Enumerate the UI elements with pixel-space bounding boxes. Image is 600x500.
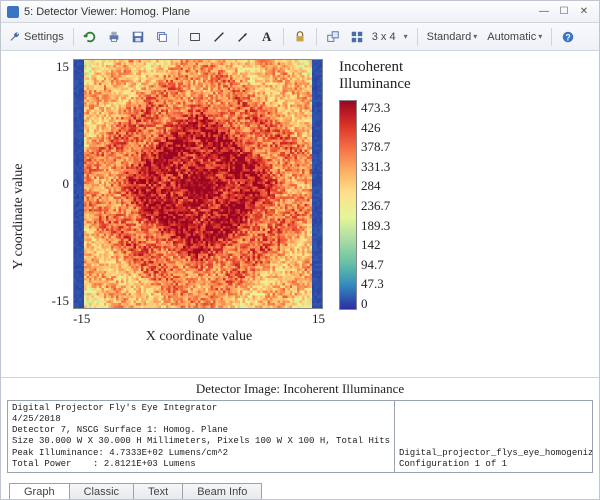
cbtick: 236.7 xyxy=(361,198,390,214)
print-button[interactable] xyxy=(103,26,125,48)
cbtick: 0 xyxy=(361,296,390,312)
copy-button[interactable] xyxy=(151,26,173,48)
cbtick: 47.3 xyxy=(361,276,390,292)
cbtick: 426 xyxy=(361,120,390,136)
cbtick: 473.3 xyxy=(361,100,390,116)
titlebar: 5: Detector Viewer: Homog. Plane — ☐ ✕ xyxy=(1,1,599,23)
undock-button[interactable] xyxy=(322,26,344,48)
grid-icon xyxy=(350,30,364,44)
help-button[interactable]: ? xyxy=(557,26,579,48)
colorbar-title-text: IncoherentIlluminance xyxy=(339,59,411,92)
info-panel: Digital Projector Fly's Eye Integrator 4… xyxy=(7,400,593,474)
line-tool-button[interactable] xyxy=(208,26,230,48)
separator xyxy=(73,28,74,46)
mode2-label: Automatic xyxy=(487,31,536,43)
toolbar: Settings A 3 x 4 ▾ Standard▾ Automatic▾ … xyxy=(1,23,599,51)
cbtick: 284 xyxy=(361,178,390,194)
xtick: 0 xyxy=(198,311,205,327)
window-title: 5: Detector Viewer: Homog. Plane xyxy=(24,6,533,18)
separator xyxy=(178,28,179,46)
cbtick: 331.3 xyxy=(361,159,390,175)
y-axis-ticks: 15 0 -15 xyxy=(29,59,73,309)
line-icon xyxy=(212,30,226,44)
colorbar-column: IncoherentIlluminance 473.3 426 378.7 33… xyxy=(325,59,411,375)
tab-beam-info[interactable]: Beam Info xyxy=(182,483,262,499)
ytick: 15 xyxy=(56,59,69,75)
x-axis-label: X coordinate value xyxy=(73,327,325,345)
save-button[interactable] xyxy=(127,26,149,48)
wrench-icon xyxy=(9,31,21,43)
separator xyxy=(283,28,284,46)
settings-label: Settings xyxy=(24,31,64,43)
close-button[interactable]: ✕ xyxy=(575,5,593,19)
plot-column: 15 0 -15 -15 0 15 X coordinate value xyxy=(29,59,325,375)
refresh-button[interactable] xyxy=(79,26,101,48)
content-area: Y coordinate value 15 0 -15 -15 0 15 X c… xyxy=(1,51,599,499)
heatmap-plot[interactable] xyxy=(73,59,323,309)
mode2-dropdown[interactable]: Automatic▾ xyxy=(483,26,546,48)
print-icon xyxy=(107,30,121,44)
separator xyxy=(551,28,552,46)
lock-button[interactable] xyxy=(289,26,311,48)
lock-icon xyxy=(293,30,307,44)
maximize-button[interactable]: ☐ xyxy=(555,5,573,19)
info-left: Digital Projector Fly's Eye Integrator 4… xyxy=(8,401,395,473)
info-right: Digital_projector_flys_eye_homogenizer.z… xyxy=(395,401,592,473)
tab-text[interactable]: Text xyxy=(133,483,183,499)
separator xyxy=(316,28,317,46)
separator xyxy=(417,28,418,46)
arrow-icon xyxy=(236,30,250,44)
cbtick: 142 xyxy=(361,237,390,253)
cbtick: 189.3 xyxy=(361,218,390,234)
tab-bar: Graph Classic Text Beam Info xyxy=(1,477,599,499)
undock-icon xyxy=(326,30,340,44)
grid-dropdown[interactable]: ▾ xyxy=(400,32,412,41)
refresh-icon xyxy=(83,30,97,44)
colorbar-ticks: 473.3 426 378.7 331.3 284 236.7 189.3 14… xyxy=(357,100,390,312)
copy-icon xyxy=(155,30,169,44)
colorbar-title: IncoherentIlluminance xyxy=(339,59,411,92)
help-icon: ? xyxy=(561,30,575,44)
arrow-tool-button[interactable] xyxy=(232,26,254,48)
chevron-down-icon: ▾ xyxy=(473,32,477,41)
tab-graph[interactable]: Graph xyxy=(9,483,70,499)
y-axis-label: Y coordinate value xyxy=(9,59,29,375)
minimize-button[interactable]: — xyxy=(535,5,553,19)
cbtick: 94.7 xyxy=(361,257,390,273)
settings-button[interactable]: Settings xyxy=(5,31,68,43)
text-tool-button[interactable]: A xyxy=(256,26,278,48)
cbtick: 378.7 xyxy=(361,139,390,155)
app-icon xyxy=(7,6,19,18)
x-axis-ticks: -15 0 15 xyxy=(73,309,325,327)
chart-area: Y coordinate value 15 0 -15 -15 0 15 X c… xyxy=(1,51,599,377)
rect-icon xyxy=(188,30,202,44)
text-icon: A xyxy=(262,29,271,45)
xtick: 15 xyxy=(312,311,325,327)
rect-tool-button[interactable] xyxy=(184,26,206,48)
window-root: 5: Detector Viewer: Homog. Plane — ☐ ✕ S… xyxy=(0,0,600,500)
ytick: 0 xyxy=(63,176,70,192)
mode1-label: Standard xyxy=(427,31,472,43)
info-panel-title: Detector Image: Incoherent Illuminance xyxy=(1,377,599,400)
xtick: -15 xyxy=(73,311,90,327)
grid-layout-button[interactable] xyxy=(346,26,368,48)
plot-row: 15 0 -15 xyxy=(29,59,325,309)
ytick: -15 xyxy=(52,293,69,309)
mode1-dropdown[interactable]: Standard▾ xyxy=(423,26,482,48)
save-icon xyxy=(131,30,145,44)
grid-size-label: 3 x 4 xyxy=(370,31,398,43)
chevron-down-icon: ▾ xyxy=(538,32,542,41)
colorbar xyxy=(339,100,357,310)
svg-text:?: ? xyxy=(566,32,571,42)
tab-classic[interactable]: Classic xyxy=(69,483,134,499)
colorbar-body: 473.3 426 378.7 331.3 284 236.7 189.3 14… xyxy=(339,100,390,312)
